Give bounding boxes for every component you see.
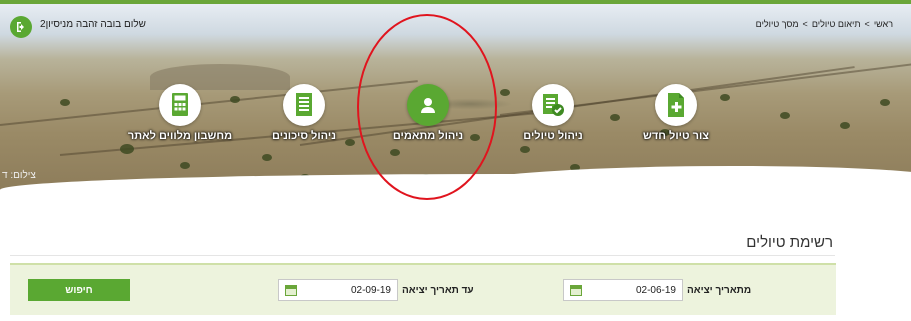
nav-manage-risks[interactable]: ניהול סיכונים <box>244 84 364 142</box>
logout-icon <box>17 22 24 32</box>
user-greeting: שלום בובה זהבה מניסיון2 <box>40 19 146 30</box>
from-date-field: 02-06-19 מתאריך יציאה <box>563 279 751 301</box>
tree <box>880 99 890 106</box>
checklist-icon <box>543 94 564 116</box>
to-date-field: 02-09-19 עד תאריך יציאה <box>278 279 474 301</box>
tree <box>520 146 530 153</box>
photo-credit: צילום: ד <box>2 170 36 181</box>
logout-button[interactable] <box>10 16 32 38</box>
new-document-icon <box>668 93 684 117</box>
filter-bar: חיפוש 02-09-19 עד תאריך יציאה 02-06-19 מ… <box>10 263 836 315</box>
calendar-icon[interactable] <box>570 285 582 296</box>
document-icon <box>296 93 312 116</box>
search-button[interactable]: חיפוש <box>28 279 130 301</box>
nav-manage-trips[interactable]: ניהול טיולים <box>493 84 613 142</box>
nav-label: צור טיול חדש <box>643 130 709 142</box>
breadcrumb-current: מסך טיולים <box>755 19 799 29</box>
to-date-input[interactable]: 02-09-19 <box>278 279 398 301</box>
highlight-circle-annotation <box>357 14 497 200</box>
nav-label: מחשבון מלווים לאתר <box>127 130 233 142</box>
nav-new-trip[interactable]: צור טיול חדש <box>616 84 736 142</box>
nav-label: ניהול טיולים <box>523 130 583 142</box>
tree <box>262 154 272 161</box>
tree <box>60 99 70 106</box>
from-date-input[interactable]: 02-06-19 <box>563 279 683 301</box>
tree <box>840 122 850 129</box>
to-date-value: 02-09-19 <box>350 284 391 296</box>
tree <box>120 144 134 154</box>
to-date-label: עד תאריך יציאה <box>402 284 474 296</box>
calendar-icon[interactable] <box>285 285 297 296</box>
nav-label: ניהול סיכונים <box>272 130 336 142</box>
tree <box>180 162 190 169</box>
breadcrumb-separator: > <box>802 19 808 29</box>
from-date-label: מתאריך יציאה <box>687 284 752 296</box>
divider <box>10 255 835 256</box>
breadcrumb-separator: > <box>864 19 870 29</box>
tree <box>780 112 790 119</box>
breadcrumb: ראשי > תיאום טיולים > מסך טיולים <box>756 19 893 29</box>
from-date-value: 02-06-19 <box>635 284 676 296</box>
page-title: רשימת טיולים <box>746 234 833 251</box>
nav-escort-calculator[interactable]: מחשבון מלווים לאתר <box>120 84 240 142</box>
calculator-icon <box>172 93 188 116</box>
breadcrumb-trip-coordination[interactable]: תיאום טיולים <box>812 19 861 29</box>
breadcrumb-home[interactable]: ראשי <box>874 19 893 29</box>
